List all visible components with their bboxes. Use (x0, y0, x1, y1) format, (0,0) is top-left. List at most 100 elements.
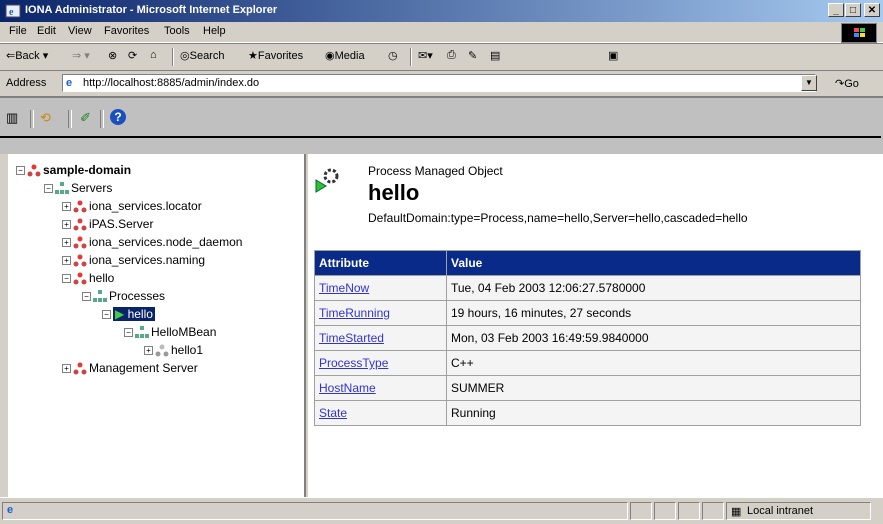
home-icon[interactable]: ⌂ (150, 49, 157, 61)
menu-view[interactable]: View (68, 25, 92, 37)
toolbar-separator (172, 48, 174, 66)
collapse-icon[interactable]: − (62, 273, 71, 283)
column-header-value: Value (447, 251, 860, 275)
menu-tools[interactable]: Tools (164, 25, 190, 37)
toolbar-separator (68, 110, 72, 128)
tree-node-server[interactable]: + iPAS.Server (62, 217, 153, 231)
attribute-link[interactable]: ProcessType (319, 356, 388, 370)
status-panel (654, 502, 676, 520)
messenger-icon[interactable]: ▣ (608, 49, 618, 62)
favorites-button[interactable]: ★Favorites (248, 49, 303, 62)
tree-node-servers[interactable]: − Servers (44, 181, 112, 195)
tree-label: hello (127, 307, 153, 321)
tree-label: iona_services.naming (89, 253, 206, 267)
back-button[interactable]: ⇐Back ▾ (6, 49, 48, 62)
tree-node-processes[interactable]: − Processes (82, 289, 165, 303)
zone-panel: ▦ Local intranet (726, 502, 871, 520)
attribute-link[interactable]: TimeRunning (319, 306, 390, 320)
navigation-tree: − sample-domain − Servers + iona_service… (8, 154, 306, 497)
attribute-link[interactable]: HostName (319, 381, 376, 395)
table-row: TimeStarted Mon, 03 Feb 2003 16:49:59.98… (315, 326, 860, 350)
go-button[interactable]: ↷Go (835, 77, 859, 90)
ie-icon: e (5, 4, 21, 18)
status-panel (702, 502, 724, 520)
refresh-icon[interactable]: ⟳ (128, 49, 137, 62)
tree-node-domain[interactable]: − sample-domain (16, 163, 131, 177)
configure-icon[interactable]: ✐ (80, 110, 91, 126)
tree-node-mbean[interactable]: − HelloMBean (124, 325, 216, 339)
expand-icon[interactable]: + (62, 201, 71, 211)
tree-label: iPAS.Server (89, 217, 154, 231)
server-icon (73, 254, 87, 267)
history-icon[interactable]: ◷ (388, 49, 398, 62)
tree-node-management[interactable]: + Management Server (62, 361, 198, 375)
forward-button[interactable]: ⇒ ▾ (72, 49, 90, 62)
tree-node-hello1[interactable]: + hello1 (144, 343, 203, 357)
expand-icon[interactable]: + (62, 255, 71, 265)
tree-node-process-hello[interactable]: − ▶ hello (102, 307, 155, 321)
detail-pane: Process Managed Object hello DefaultDoma… (308, 154, 883, 497)
expand-icon[interactable]: + (62, 219, 71, 229)
tree-node-server-hello[interactable]: − hello (62, 271, 114, 285)
process-icon: ▶ (115, 307, 125, 321)
tree-node-server[interactable]: + iona_services.node_daemon (62, 235, 242, 249)
address-label: Address (6, 77, 47, 89)
server-icon (73, 362, 87, 375)
collapse-icon[interactable]: − (44, 183, 53, 193)
close-button[interactable]: ✕ (864, 3, 880, 17)
print-icon[interactable]: ⎙ (447, 49, 456, 62)
tree-label: hello (89, 271, 115, 285)
menu-edit[interactable]: Edit (37, 25, 56, 37)
attribute-cell: TimeRunning (315, 301, 446, 325)
process-gear-icon (315, 168, 339, 193)
mail-icon[interactable]: ✉▾ (418, 49, 433, 62)
expand-icon[interactable]: + (144, 345, 153, 355)
discuss-icon[interactable]: ▤ (490, 49, 500, 62)
page-icon: e (66, 77, 73, 89)
server-icon (73, 218, 87, 231)
address-url: http://localhost:8885/admin/index.do (83, 77, 260, 89)
help-icon[interactable]: ? (110, 109, 126, 125)
servers-icon (55, 181, 69, 195)
tree-label: hello1 (171, 343, 204, 357)
stop-icon[interactable]: ⊗ (108, 49, 117, 62)
search-icon: ◎ (180, 50, 190, 62)
address-input[interactable]: e http://localhost:8885/admin/index.do (62, 74, 816, 92)
menu-file[interactable]: File (9, 25, 27, 37)
address-dropdown-button[interactable]: ▼ (801, 75, 817, 91)
media-button[interactable]: ◉Media (325, 49, 365, 62)
edit-icon[interactable]: ✎ (468, 49, 477, 62)
collapse-icon[interactable]: − (124, 327, 133, 337)
table-row: State Running (315, 401, 860, 425)
collapse-icon[interactable]: − (82, 291, 91, 301)
table-row: ProcessType C++ (315, 351, 860, 375)
column-header-attribute: Attribute (315, 251, 446, 275)
zone-label: Local intranet (747, 505, 814, 517)
value-cell: Mon, 03 Feb 2003 16:49:59.9840000 (447, 326, 860, 350)
server-icon (73, 236, 87, 249)
menu-favorites[interactable]: Favorites (104, 25, 149, 37)
expand-icon[interactable]: + (62, 237, 71, 247)
go-arrow-icon: ↷ (835, 78, 845, 90)
page-status-icon: e (7, 504, 14, 516)
collapse-icon[interactable]: − (102, 309, 111, 319)
refresh-app-icon[interactable]: ⟲ (40, 110, 51, 126)
collapse-icon[interactable]: − (16, 165, 25, 175)
tree-node-server[interactable]: + iona_services.locator (62, 199, 202, 213)
expand-icon[interactable]: + (62, 363, 71, 373)
tree-node-server[interactable]: + iona_services.naming (62, 253, 205, 267)
attribute-link[interactable]: State (319, 406, 347, 420)
chevron-down-icon: ▾ (42, 50, 49, 62)
menu-help[interactable]: Help (203, 25, 226, 37)
status-text-panel: e (2, 502, 628, 520)
attribute-link[interactable]: TimeNow (319, 281, 369, 295)
new-window-icon[interactable]: ▥ (6, 110, 18, 126)
status-bar: e ▦ Local intranet (0, 497, 883, 524)
search-button[interactable]: ◎Search (180, 49, 224, 62)
processes-icon (93, 289, 107, 303)
maximize-button[interactable]: □ (845, 3, 861, 17)
address-bar: Address e http://localhost:8885/admin/in… (0, 70, 883, 95)
server-icon (73, 200, 87, 213)
minimize-button[interactable]: _ (828, 3, 844, 17)
attribute-link[interactable]: TimeStarted (319, 331, 384, 345)
